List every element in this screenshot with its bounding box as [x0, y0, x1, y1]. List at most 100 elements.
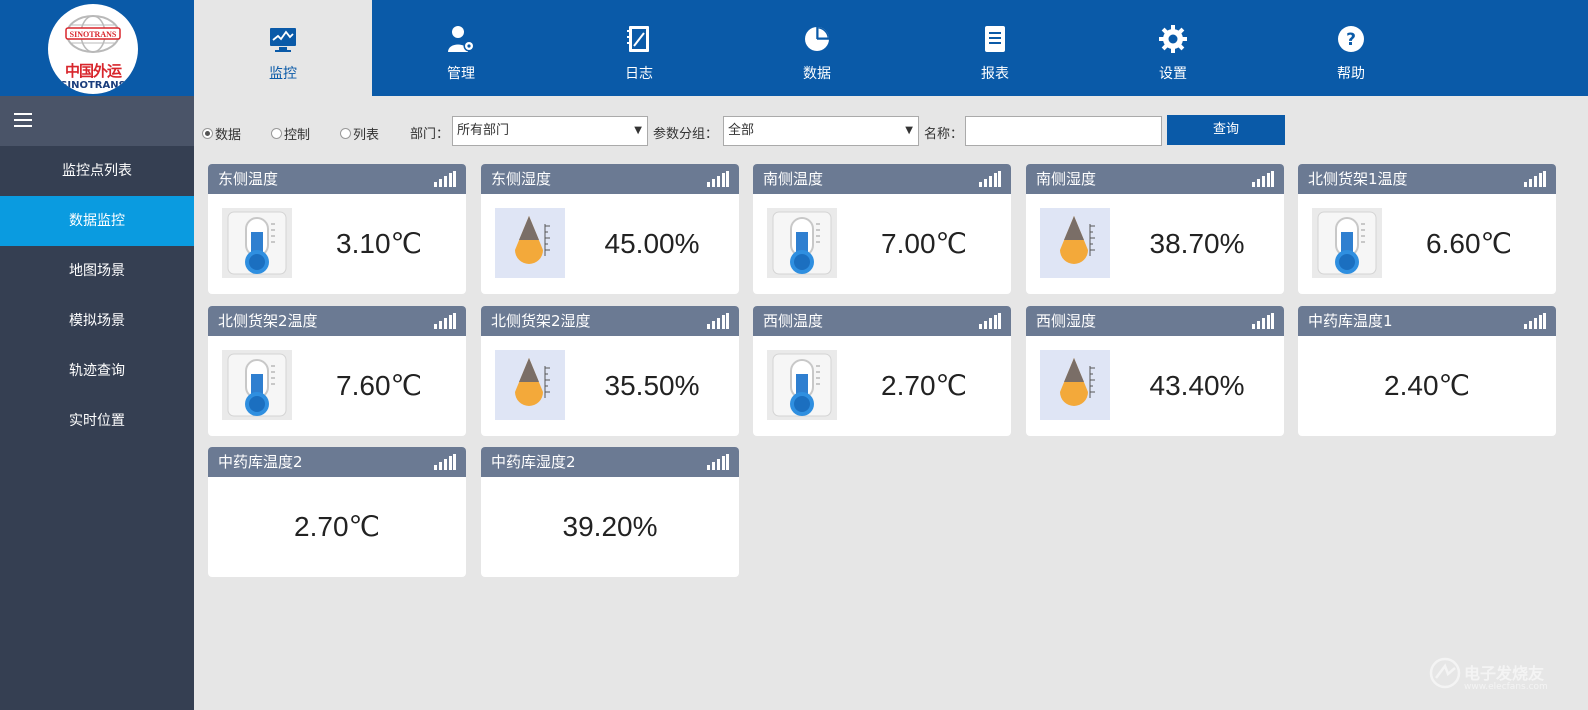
- user-gear-icon: [448, 26, 475, 52]
- monitor-card[interactable]: 东侧温度 3.10℃: [208, 164, 466, 294]
- signal-strength-icon: [707, 171, 729, 187]
- card-value: 43.40%: [1149, 370, 1245, 401]
- globe-logo-icon: SINOTRANS: [65, 15, 121, 53]
- card-header: 西侧温度: [753, 306, 1011, 336]
- signal-strength-icon: [434, 313, 456, 329]
- humidity-drop-icon: [1040, 350, 1110, 420]
- humidity-drop-icon: [495, 350, 565, 420]
- card-header: 中药库温度2: [208, 447, 466, 477]
- card-header: 北侧货架1温度: [1298, 164, 1556, 194]
- card-body: 2.40℃: [1298, 336, 1556, 436]
- radio-dot[interactable]: [340, 128, 351, 139]
- query-button[interactable]: 查询: [1167, 115, 1285, 145]
- signal-strength-icon: [1524, 171, 1546, 187]
- card-header: 北侧货架2湿度: [481, 306, 739, 336]
- monitor-card[interactable]: 西侧温度 2.70℃: [753, 306, 1011, 436]
- sidebar-item-realtime-location[interactable]: 实时位置: [0, 396, 194, 446]
- gear-icon: [1159, 25, 1187, 53]
- signal-strength-icon: [979, 313, 1001, 329]
- radio-label: 控制: [284, 128, 311, 143]
- nav-log[interactable]: 日志: [550, 0, 728, 96]
- logo-area: SINOTRANS 中国外运 SINOTRANS: [0, 0, 194, 96]
- nav-help[interactable]: ? 帮助: [1262, 0, 1440, 96]
- card-value: 2.70℃: [881, 370, 967, 401]
- department-select[interactable]: 所有部门 ▼: [452, 116, 648, 146]
- nav-manage[interactable]: 管理: [372, 0, 550, 96]
- card-value: 35.50%: [604, 370, 700, 401]
- param-group-label: 参数分组：: [653, 127, 719, 142]
- monitor-card[interactable]: 中药库温度1 2.40℃: [1298, 306, 1556, 436]
- radio-control[interactable]: 控制: [271, 124, 310, 143]
- monitor-card[interactable]: 北侧货架2湿度 35.50%: [481, 306, 739, 436]
- monitor-card[interactable]: 北侧货架2温度 7.60℃: [208, 306, 466, 436]
- thermometer-icon: [767, 350, 837, 420]
- department-label: 部门：: [410, 127, 450, 142]
- sidebar-item-monitor-point-list[interactable]: 监控点列表: [0, 146, 194, 196]
- nav-label: 日志: [625, 66, 653, 82]
- monitor-card[interactable]: 西侧湿度 43.40%: [1026, 306, 1284, 436]
- sidebar-item-data-monitor[interactable]: 数据监控: [0, 196, 194, 246]
- radio-dot[interactable]: [202, 128, 213, 139]
- card-body: 2.70℃: [208, 477, 466, 577]
- nav-data[interactable]: 数据: [728, 0, 906, 96]
- logo-chinese-text: 中国外运: [64, 62, 122, 80]
- card-header: 中药库温度1: [1298, 306, 1556, 336]
- sidebar: 监控点列表 数据监控 地图场景 模拟场景 轨迹查询 实时位置: [0, 96, 194, 710]
- radio-list[interactable]: 列表: [340, 124, 379, 143]
- monitor-card[interactable]: 北侧货架1温度 6.60℃: [1298, 164, 1556, 294]
- card-title: 南侧湿度: [1036, 170, 1097, 188]
- nav-label: 帮助: [1337, 66, 1365, 82]
- thermometer-icon: [767, 208, 837, 278]
- nav-settings[interactable]: 设置: [1084, 0, 1262, 96]
- hamburger-menu-icon[interactable]: [14, 113, 32, 127]
- signal-strength-icon: [707, 454, 729, 470]
- radio-data[interactable]: 数据: [202, 124, 241, 143]
- humidity-drop-icon: [495, 208, 565, 278]
- top-navigation-bar: SINOTRANS 中国外运 SINOTRANS 监控 管理 日志 数据 报表 …: [0, 0, 1588, 96]
- card-header: 东侧温度: [208, 164, 466, 194]
- monitor-card[interactable]: 南侧温度 7.00℃: [753, 164, 1011, 294]
- monitor-card[interactable]: 南侧湿度 38.70%: [1026, 164, 1284, 294]
- sidebar-item-simulation-scene[interactable]: 模拟场景: [0, 296, 194, 346]
- card-body: 7.00℃: [753, 194, 1011, 294]
- card-body: 6.60℃: [1298, 194, 1556, 294]
- nav-label: 报表: [981, 66, 1009, 82]
- nav-label: 数据: [803, 66, 831, 82]
- nav-monitor[interactable]: 监控: [194, 0, 372, 96]
- monitor-card[interactable]: 东侧湿度 45.00%: [481, 164, 739, 294]
- pie-chart-icon: [805, 27, 829, 51]
- card-body: 43.40%: [1026, 336, 1284, 436]
- card-value: 7.60℃: [336, 370, 422, 401]
- card-body: 2.70℃: [753, 336, 1011, 436]
- sidebar-item-track-query[interactable]: 轨迹查询: [0, 346, 194, 396]
- signal-strength-icon: [707, 313, 729, 329]
- signal-strength-icon: [1252, 171, 1274, 187]
- sidebar-toggle[interactable]: [0, 96, 194, 146]
- svg-text:?: ?: [1346, 30, 1356, 50]
- nav-label: 监控: [269, 66, 297, 82]
- card-title: 南侧温度: [763, 170, 824, 188]
- help-icon: ?: [1338, 26, 1364, 52]
- notebook-icon: [627, 26, 649, 52]
- radio-dot[interactable]: [271, 128, 282, 139]
- card-header: 南侧湿度: [1026, 164, 1284, 194]
- card-title: 北侧货架2湿度: [491, 312, 591, 330]
- signal-strength-icon: [434, 454, 456, 470]
- monitor-card[interactable]: 中药库湿度2 39.20%: [481, 447, 739, 577]
- radio-label: 数据: [215, 128, 242, 143]
- nav-report[interactable]: 报表: [906, 0, 1084, 96]
- card-title: 中药库湿度2: [491, 453, 576, 471]
- card-title: 东侧湿度: [491, 170, 552, 188]
- name-input[interactable]: [965, 116, 1162, 146]
- nav-label: 管理: [447, 66, 475, 82]
- param-group-select[interactable]: 全部 ▼: [723, 116, 919, 146]
- document-icon: [985, 26, 1005, 52]
- card-header: 南侧温度: [753, 164, 1011, 194]
- card-value: 39.20%: [562, 511, 658, 542]
- company-logo[interactable]: SINOTRANS 中国外运 SINOTRANS: [48, 4, 138, 94]
- dropdown-arrow-icon: ▼: [905, 125, 913, 136]
- sidebar-item-map-scene[interactable]: 地图场景: [0, 246, 194, 296]
- monitor-card[interactable]: 中药库温度2 2.70℃: [208, 447, 466, 577]
- svg-text:SINOTRANS: SINOTRANS: [70, 30, 117, 39]
- card-value: 2.40℃: [1384, 370, 1470, 401]
